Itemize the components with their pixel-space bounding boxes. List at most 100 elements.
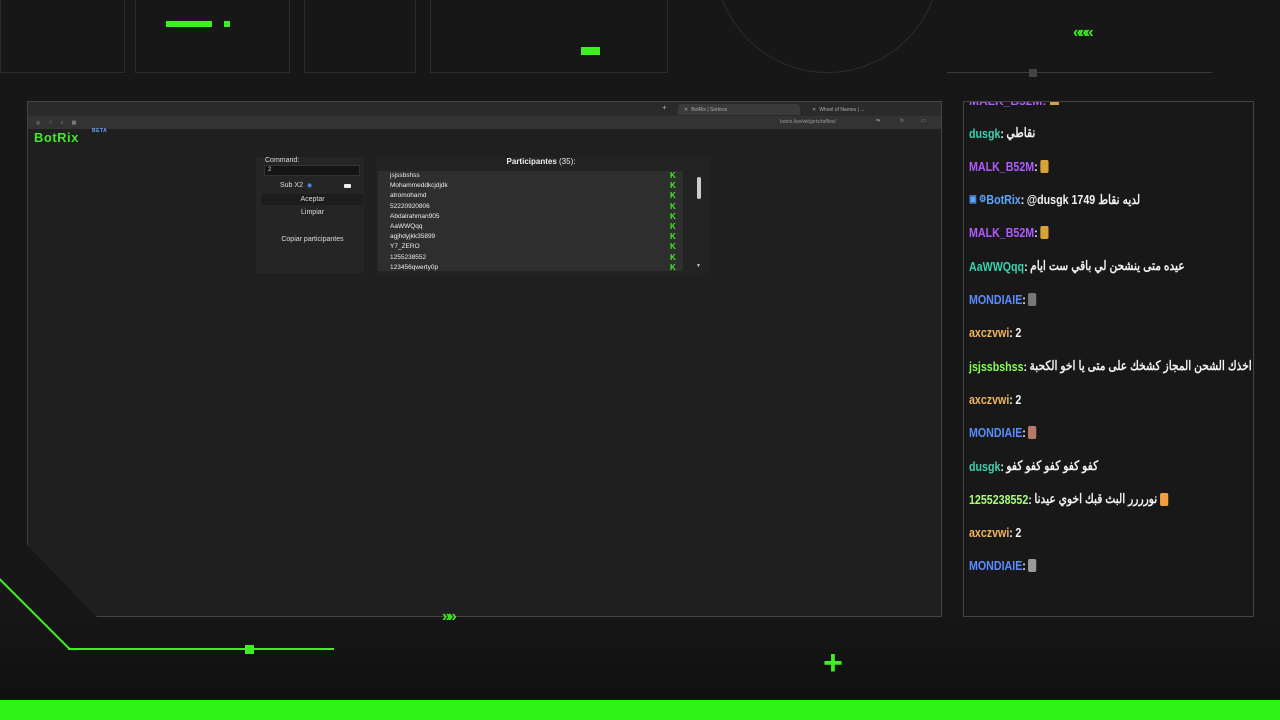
- participant-row: AaWWQqq K: [378, 222, 683, 232]
- url-field[interactable]: botrix.live/widgets/raffles/: [780, 119, 836, 125]
- copy-participants-button[interactable]: Copiar participantes: [262, 234, 363, 245]
- chat-username[interactable]: axczvwi: [969, 525, 1009, 540]
- info-icon[interactable]: ◉: [307, 182, 312, 189]
- command-input[interactable]: 2: [264, 165, 360, 176]
- beta-badge: BETA: [92, 128, 108, 134]
- chat-username[interactable]: dusgk: [969, 459, 1000, 474]
- scroll-down-icon[interactable]: ▼: [696, 263, 701, 269]
- chat-message: MONDIAIE :: [969, 422, 1037, 444]
- tab-botrix[interactable]: ✕ BotRix | Sorteos: [678, 104, 800, 115]
- chat-message: ▣ ⚙ BotRix : @dusgk 1749 لديه نقاط: [969, 189, 1140, 211]
- participants-count: (35):: [559, 157, 576, 166]
- sub-x2-toggle[interactable]: [344, 184, 351, 188]
- participant-name: Mohammeddkcjdjdk: [390, 182, 448, 190]
- participants-title: Participantes (35):: [376, 157, 706, 166]
- chat-username[interactable]: MALK_B52M: [969, 225, 1034, 240]
- bg-glyph: [715, 0, 940, 73]
- kick-icon: K: [670, 221, 676, 231]
- chat-username[interactable]: jsjssbshss: [969, 359, 1024, 374]
- emote-icon: [1040, 159, 1049, 173]
- kick-icon: K: [670, 242, 676, 252]
- chat-username[interactable]: MONDIAIE: [969, 558, 1022, 573]
- command-label: Command:: [265, 157, 300, 164]
- chat-text: 2: [1015, 391, 1022, 407]
- participant-name: 1255238552: [390, 253, 427, 261]
- chat-colon: :: [1034, 225, 1038, 241]
- chat-username[interactable]: BotRix: [986, 192, 1020, 207]
- accept-button[interactable]: Aceptar: [262, 194, 363, 205]
- chat-text: عيده متى ينشحن لي باقي ست ايام: [1030, 258, 1185, 274]
- chat-username[interactable]: axczvwi: [969, 392, 1009, 407]
- participant-row: atromohamd K: [378, 191, 683, 201]
- chat-colon: :: [1000, 125, 1004, 141]
- tab-label: Wheel of Names | ...: [819, 106, 865, 113]
- chat-username[interactable]: MONDIAIE: [969, 292, 1022, 307]
- kick-icon: K: [670, 252, 676, 262]
- botrix-logo[interactable]: BotRix BETA: [34, 128, 107, 145]
- kick-icon: K: [670, 191, 676, 201]
- participant-name: Abdalrahman905: [390, 212, 440, 220]
- bg-glyph: [0, 0, 125, 73]
- botrix-page: BotRix BETA Command: 2 Sub X2 ◉ Aceptar …: [28, 128, 941, 616]
- divider-line: [947, 72, 1212, 73]
- chat-colon: :: [1000, 458, 1004, 474]
- chat-username[interactable]: MALK_B52M: [969, 159, 1034, 174]
- window-icon[interactable]: ▭: [921, 118, 926, 124]
- search-icon[interactable]: ⌕: [61, 120, 64, 126]
- emote-icon: [1028, 293, 1037, 306]
- clear-button[interactable]: Limpiar: [262, 207, 363, 218]
- eye-icon[interactable]: ◎: [36, 120, 40, 126]
- extensions-icon[interactable]: ⇆: [876, 118, 880, 124]
- chat-colon: :: [1009, 325, 1013, 341]
- close-icon[interactable]: ✕: [812, 107, 816, 113]
- chat-colon: :: [1022, 558, 1026, 574]
- reload-icon[interactable]: ↻: [900, 118, 904, 124]
- chat-message: dusgk : كفو كفو كفو كفو كفو: [969, 455, 1098, 477]
- chat-text: نقاطي: [1006, 125, 1036, 140]
- participant-row: jsjssbshss K: [378, 171, 683, 181]
- logo-text: BotRix: [34, 130, 79, 145]
- chat-username[interactable]: axczvwi: [969, 325, 1009, 340]
- chat-message: axczvwi :2: [969, 522, 1021, 544]
- chat-message: axczvwi :2: [969, 388, 1021, 410]
- scroll-thumb[interactable]: [697, 177, 701, 199]
- neon-dash: [166, 21, 212, 27]
- chat-colon: :: [1028, 491, 1032, 507]
- scrollbar[interactable]: ▼: [696, 171, 702, 271]
- star-icon[interactable]: ☆: [48, 120, 52, 126]
- tab-wheel[interactable]: ✕ Wheel of Names | ...: [806, 104, 936, 115]
- participant-row: Y7_ZERO K: [378, 242, 683, 252]
- plus-icon: +: [823, 644, 843, 682]
- bg-glyph: [304, 0, 416, 73]
- chat-username[interactable]: AaWWQqq: [969, 259, 1024, 274]
- neon-underline: [68, 648, 334, 650]
- chat-text: نورررر البث قبك اخوي عيدنا: [1034, 491, 1158, 507]
- chat-text: @dusgk 1749 لديه نقاط: [1026, 191, 1141, 207]
- chat-colon: :: [1023, 358, 1028, 374]
- participants-panel: Participantes (35): jsjssbshss K Mohammedd…: [376, 157, 711, 273]
- chat-username[interactable]: 1255238552: [969, 492, 1028, 507]
- participants-title-text: Participantes: [506, 157, 557, 166]
- chat-panel: MALK_B52M: dusgk : نقاطي MALK_B52M : ▣ ⚙ Bo…: [963, 101, 1254, 617]
- chat-colon: :: [1022, 425, 1026, 441]
- new-tab-icon[interactable]: +: [662, 103, 667, 112]
- chat-username[interactable]: dusgk: [969, 126, 1000, 141]
- grid-icon[interactable]: ▦: [72, 120, 77, 126]
- participant-row: Abdalrahman905 K: [378, 212, 683, 222]
- close-icon[interactable]: ✕: [684, 107, 688, 113]
- emote-icon: [1028, 559, 1037, 573]
- participants-list[interactable]: jsjssbshss K Mohammeddkcjdjdk Katromohamd K 5…: [378, 171, 683, 271]
- sub-x2-label: Sub X2: [280, 182, 303, 189]
- chat-username[interactable]: MONDIAIE: [969, 425, 1022, 440]
- chat-text: 2: [1015, 525, 1022, 541]
- participant-name: 52220920806: [390, 202, 430, 210]
- kick-icon: K: [670, 181, 676, 191]
- address-bar: ◎ ☆ ⌕ ▦ botrix.live/widgets/raffles/ ⇆ ↻…: [28, 116, 941, 129]
- kick-icon: K: [670, 171, 676, 180]
- divider-node: [1029, 69, 1037, 77]
- chat-message: MONDIAIE :: [969, 289, 1037, 311]
- chat-text: 2: [1015, 325, 1022, 341]
- bg-glyph: [430, 0, 668, 73]
- chat-message: axczvwi :2: [969, 322, 1021, 344]
- neon-dot: [224, 21, 230, 27]
